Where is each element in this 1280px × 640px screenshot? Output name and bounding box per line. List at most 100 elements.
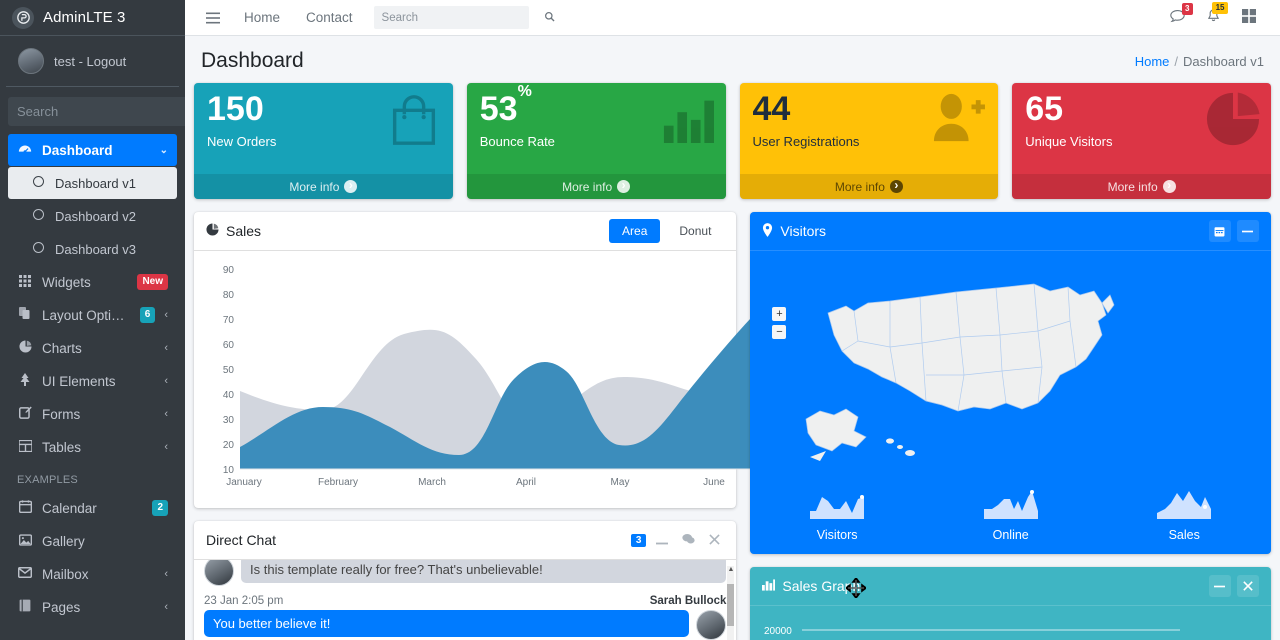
sidebar-item-gallery[interactable]: Gallery <box>8 525 177 557</box>
map-stat-sales[interactable]: Sales <box>1097 487 1271 542</box>
scrollbar-thumb[interactable] <box>727 584 734 626</box>
sidebar-item-mailbox[interactable]: Mailbox ‹ <box>8 558 177 590</box>
sales-card-header: Sales Area Donut <box>194 212 736 251</box>
chevron-left-icon[interactable]: ‹ <box>164 568 168 580</box>
svg-text:June: June <box>703 477 725 488</box>
sidebar-item-label: Layout Options <box>42 308 131 323</box>
visitors-map[interactable]: + − <box>750 251 1271 485</box>
sidebar-item-label: Forms <box>42 407 155 422</box>
chevron-left-icon[interactable]: ‹ <box>164 601 168 613</box>
sidebar-item-pages[interactable]: Pages ‹ <box>8 591 177 623</box>
info-box-new-orders-col: 150 New Orders More info <box>187 83 460 199</box>
sidebar-item-dashboard[interactable]: Dashboard ⌄ <box>8 134 177 166</box>
info-boxes-row: 150 New Orders More info <box>187 83 1278 199</box>
map-stat-online[interactable]: Online <box>924 487 1098 542</box>
calendar-icon[interactable] <box>1209 220 1231 242</box>
chevron-left-icon[interactable]: ‹ <box>164 342 168 354</box>
sidebar-item-dashboard-v2[interactable]: Dashboard v2 <box>8 200 177 232</box>
map-stat-visitors[interactable]: Visitors <box>750 487 924 542</box>
svg-text:60: 60 <box>223 340 235 351</box>
map-stat-label: Visitors <box>750 528 924 542</box>
page-title: Dashboard <box>201 49 304 73</box>
sidebar-item-forms[interactable]: Forms ‹ <box>8 398 177 430</box>
sales-sparkline <box>1155 487 1213 521</box>
sales-area-chart[interactable]: 90 80 70 60 50 40 30 20 10 <box>204 259 816 501</box>
sidebar-item-label: Widgets <box>42 275 128 290</box>
book-icon <box>17 599 33 615</box>
calendar-icon <box>17 500 33 516</box>
grid-icon <box>17 275 33 290</box>
sales-graph-body[interactable]: 20000 <box>750 606 1271 640</box>
navbar-link-home[interactable]: Home <box>231 10 293 25</box>
minimize-button[interactable] <box>652 531 672 550</box>
chevron-left-icon[interactable]: ‹ <box>164 375 168 387</box>
notifications-badge: 15 <box>1212 2 1228 14</box>
sidebar-item-label: UI Elements <box>42 374 155 389</box>
search-icon[interactable] <box>544 11 563 25</box>
chevron-left-icon[interactable]: ‹ <box>164 309 168 321</box>
user-name[interactable]: test - Logout <box>54 54 126 69</box>
sidebar-search[interactable] <box>8 97 177 126</box>
info-box-more-info-link[interactable]: More info <box>740 174 999 199</box>
chevron-left-icon[interactable]: ‹ <box>164 441 168 453</box>
sidebar-item-label: Dashboard <box>42 143 151 158</box>
info-box-more-info-link[interactable]: More info <box>1012 174 1271 199</box>
brand-link[interactable]: AdminLTE 3 <box>0 0 185 36</box>
chart-type-donut-button[interactable]: Donut <box>666 219 724 243</box>
chevron-left-icon[interactable]: ‹ <box>164 408 168 420</box>
map-zoom-out-button[interactable]: − <box>772 325 786 339</box>
svg-text:March: March <box>418 477 446 488</box>
copy-icon <box>17 307 33 323</box>
left-column: Sales Area Donut 90 <box>187 199 743 640</box>
close-button[interactable] <box>705 531 724 550</box>
close-button[interactable] <box>1237 575 1259 597</box>
info-box-unique-visitors[interactable]: 65 Unique Visitors More info <box>1012 83 1271 199</box>
visitors-card-title-label: Visitors <box>780 223 826 239</box>
sidebar-item-calendar[interactable]: Calendar 2 <box>8 492 177 524</box>
notifications-dropdown-button[interactable]: 15 <box>1197 9 1230 26</box>
user-panel[interactable]: test - Logout <box>6 36 179 87</box>
sales-card-title-label: Sales <box>226 223 261 239</box>
sales-card: Sales Area Donut 90 <box>194 212 736 508</box>
breadcrumb-home[interactable]: Home <box>1135 54 1170 69</box>
arrow-circle-right-icon <box>1163 180 1176 193</box>
sidebar-item-label: Tables <box>42 440 155 455</box>
sidebar-item-dashboard-v3[interactable]: Dashboard v3 <box>8 233 177 265</box>
chat-scrollbar[interactable]: ▲ <box>727 566 734 640</box>
sidebar-search-input[interactable] <box>8 97 185 126</box>
usa-map-svg[interactable] <box>750 251 1198 485</box>
sidebar-item-dashboard-v1[interactable]: Dashboard v1 <box>8 167 177 199</box>
info-box-more-info-link[interactable]: More info <box>467 174 726 199</box>
sidebar-item-tables[interactable]: Tables ‹ <box>8 431 177 463</box>
contacts-toggle-button[interactable] <box>678 531 699 550</box>
info-box-label: User Registrations <box>753 134 986 149</box>
map-zoom-in-button[interactable]: + <box>772 307 786 321</box>
chart-type-area-button[interactable]: Area <box>609 219 660 243</box>
sales-graph-tools <box>1209 575 1259 597</box>
scroll-up-arrow-icon[interactable]: ▲ <box>727 566 734 573</box>
chat-message-text: You better believe it! <box>204 610 689 637</box>
sidebar-item-layout-options[interactable]: Layout Options 6 ‹ <box>8 299 177 331</box>
sidebar-badge-count: 2 <box>152 500 168 516</box>
sidebar-item-charts[interactable]: Charts ‹ <box>8 332 177 364</box>
search-input[interactable] <box>374 12 544 24</box>
info-box-new-orders[interactable]: 150 New Orders More info <box>194 83 453 199</box>
info-box-bounce-rate[interactable]: 53% Bounce Rate More info <box>467 83 726 199</box>
info-box-more-info-link[interactable]: More info <box>194 174 453 199</box>
sales-graph-title-label: Sales Graph <box>782 578 860 594</box>
adminlte-logo-icon <box>12 7 34 29</box>
sidebar-item-widgets[interactable]: Widgets New <box>8 266 177 298</box>
direct-chat-messages[interactable]: Is this template really for free? That's… <box>194 560 736 640</box>
sales-chart-type-toggle: Area Donut <box>609 219 724 243</box>
minimize-button[interactable] <box>1237 220 1259 242</box>
info-box-user-registrations[interactable]: 44 User Registrations More info <box>740 83 999 199</box>
sidebar-item-ui-elements[interactable]: UI Elements ‹ <box>8 365 177 397</box>
navbar-search[interactable] <box>374 6 529 29</box>
navbar-link-contact[interactable]: Contact <box>293 10 366 25</box>
sidebar-toggle-button[interactable] <box>195 0 231 36</box>
th-large-icon[interactable] <box>1232 9 1266 26</box>
messages-dropdown-button[interactable]: 3 <box>1160 10 1195 26</box>
minimize-button[interactable] <box>1209 575 1231 597</box>
sales-card-title: Sales <box>206 223 261 239</box>
chevron-down-icon[interactable]: ⌄ <box>160 145 168 156</box>
